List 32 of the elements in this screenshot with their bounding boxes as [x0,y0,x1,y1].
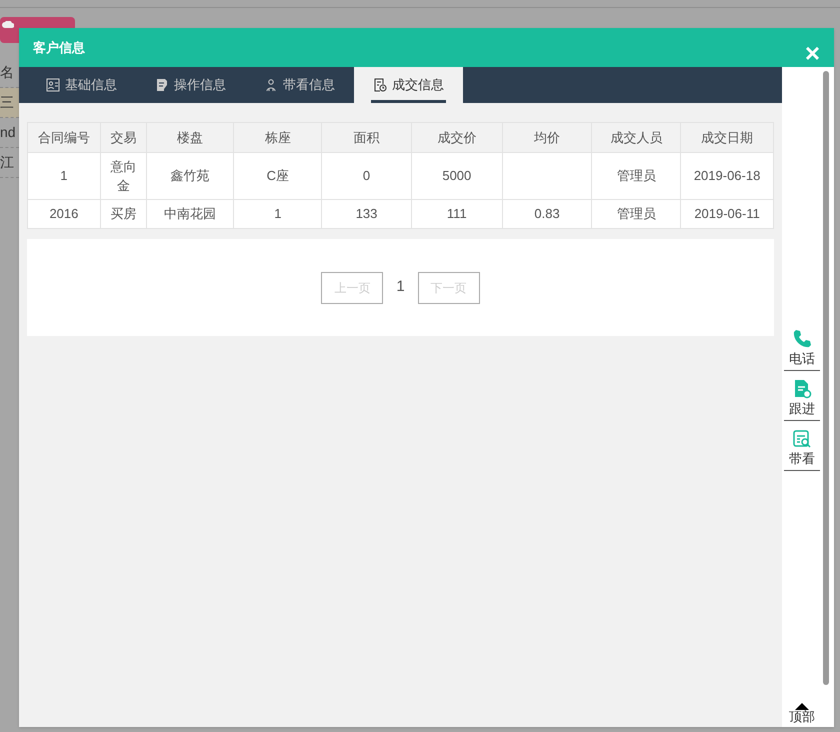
table-cell: 管理员 [616,206,656,222]
column-header: 成交价 [411,122,502,152]
column-header: 成交人员 [592,122,681,152]
table-cell: 2019-06-11 [694,206,760,222]
table-cell: 2016 [49,206,78,222]
table-cell: 1 [60,168,68,184]
table-cell: C座 [266,168,289,184]
table-cell: 鑫竹苑 [170,168,210,184]
table-cell: 2019-06-18 [694,168,760,184]
table-cell: 买房 [110,206,136,222]
table-cell: 133 [356,206,378,222]
table-cell-text: 江 [0,153,14,172]
table-cell: 5000 [442,168,472,184]
column-header: 成交日期 [680,122,774,152]
column-header: 楼盘 [146,122,234,152]
table-cell: 1 [274,206,282,222]
table-cell: 111 [446,206,467,222]
column-header: 均价 [502,122,592,152]
page-number: 1 [395,277,406,298]
column-header: 栋座 [234,122,322,152]
table-cell-text: 三 [0,93,14,112]
column-header: 交易 [100,122,146,152]
table-cell: 管理员 [616,168,656,184]
table-cell: 0 [362,168,370,184]
column-header: 面积 [322,122,412,152]
table-cell-text: 名 [0,63,14,82]
column-header: 合同编号 [28,122,100,152]
table-cell: 中南花园 [164,206,216,222]
dialog-title: 客户信息 [33,38,85,57]
table-cell-text: nd [0,123,16,142]
table-cell: 意向金 [110,158,136,193]
table-cell: 0.83 [534,206,560,222]
